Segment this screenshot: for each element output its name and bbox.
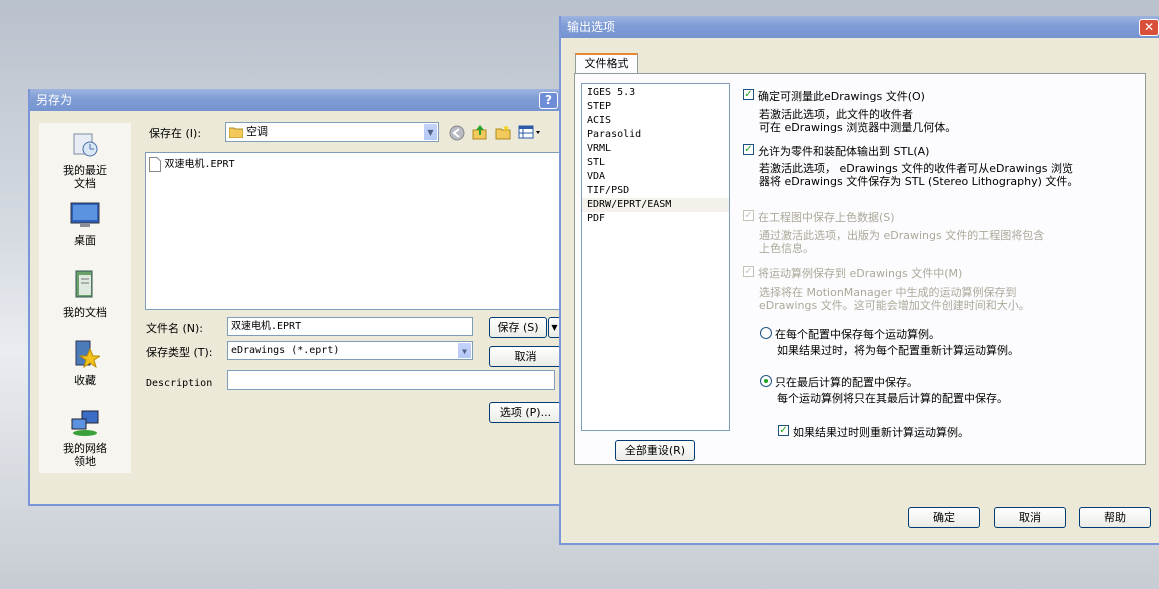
motion-study-desc2: eDrawings 文件。这可能会增加文件创建时间和大小。 <box>759 299 1030 312</box>
place-desktop-label: 桌面 <box>74 234 96 247</box>
filetype-value: eDrawings (*.eprt) <box>231 345 340 356</box>
format-list-item[interactable]: STEP <box>582 100 729 114</box>
shaded-data-label: 在工程图中保存上色数据(S) <box>758 211 895 224</box>
favorites-icon <box>75 340 102 369</box>
shaded-data-checkbox[interactable]: ✓ <box>743 210 754 221</box>
place-my-documents-label: 我的文档 <box>63 306 107 319</box>
recalculate-label: 如果结果过时则重新计算运动算例。 <box>793 426 969 439</box>
tab-file-format-label: 文件格式 <box>584 57 629 70</box>
format-list-item[interactable]: PDF <box>582 212 729 226</box>
help-button[interactable]: 帮助 <box>1079 507 1151 528</box>
places-bar: 我的最近 文档 桌面 我的文档 收藏 我的网络 领地 <box>39 123 131 473</box>
save-last-config-label: 只在最后计算的配置中保存。 <box>775 376 918 389</box>
file-list-item[interactable]: 双速电机.EPRT <box>149 155 235 172</box>
desktop-icon <box>70 202 100 227</box>
cancel-button[interactable]: 取消 <box>489 346 562 367</box>
recent-docs-icon <box>73 133 98 157</box>
save-every-config-radio[interactable] <box>760 327 772 339</box>
place-favorites[interactable]: 收藏 <box>39 339 131 388</box>
format-list-item[interactable]: IGES 5.3 <box>582 86 729 100</box>
place-recent[interactable]: 我的最近 文档 <box>39 131 131 189</box>
file-list[interactable]: 双速电机.EPRT <box>145 152 562 310</box>
place-recent-label2: 文档 <box>74 177 96 190</box>
filename-input[interactable]: 双速电机.EPRT <box>227 317 473 336</box>
save-every-config-label: 在每个配置中保存每个运动算例。 <box>775 328 940 341</box>
chevron-down-icon[interactable]: ▼ <box>423 123 438 141</box>
place-network-label1: 我的网络 <box>63 442 107 455</box>
options-button[interactable]: 选项 (P)... <box>489 402 562 423</box>
folder-icon <box>229 127 243 138</box>
cancel-button[interactable]: 取消 <box>994 507 1066 528</box>
format-list[interactable]: IGES 5.3 STEP ACIS Parasolid VRML STL VDA TIF/P… <box>581 83 730 431</box>
export-options-title-bar[interactable]: 输出选项 ✕ <box>561 16 1159 38</box>
save-last-config-desc: 每个运动算例将只在其最后计算的配置中保存。 <box>777 392 1008 405</box>
place-network[interactable]: 我的网络 领地 <box>39 409 131 467</box>
measurable-label: 确定可测量此eDrawings 文件(O) <box>758 90 925 103</box>
save-as-title-bar[interactable]: 另存为 ? <box>30 89 566 111</box>
filename-label: 文件名 (N): <box>146 322 204 335</box>
filetype-select[interactable]: eDrawings (*.eprt) ▼ <box>227 341 473 360</box>
save-every-config-desc: 如果结果过时，将为每个配置重新计算运动算例。 <box>777 344 1019 357</box>
save-button[interactable]: 保存 (S) <box>489 317 547 338</box>
allow-stl-label: 允许为零件和装配体输出到 STL(A) <box>758 145 930 158</box>
format-list-item[interactable]: ACIS <box>582 114 729 128</box>
place-favorites-label: 收藏 <box>74 374 96 387</box>
description-label: Description <box>146 378 213 389</box>
format-list-item[interactable]: STL <box>582 156 729 170</box>
allow-stl-desc2: 器将 eDrawings 文件保存为 STL (Stereo Lithograp… <box>759 175 1079 188</box>
place-network-label2: 领地 <box>74 455 96 468</box>
my-documents-icon <box>75 270 93 298</box>
file-icon <box>149 156 161 172</box>
export-options-title: 输出选项 <box>567 20 616 34</box>
save-as-dialog: 另存为 ? 我的最近 文档 桌面 我的文档 收藏 我的网络 领地 保存在 (I)… <box>28 89 568 506</box>
place-desktop[interactable]: 桌面 <box>39 201 131 248</box>
save-in-label: 保存在 (I): <box>149 127 202 140</box>
save-last-config-radio[interactable] <box>760 375 772 387</box>
description-input[interactable] <box>227 370 555 390</box>
format-list-item[interactable]: TIF/PSD <box>582 184 729 198</box>
save-as-title: 另存为 <box>36 93 73 107</box>
filetype-label: 保存类型 (T): <box>146 346 213 359</box>
tab-file-format[interactable]: 文件格式 <box>575 53 638 74</box>
format-list-item[interactable]: Parasolid <box>582 128 729 142</box>
format-list-item[interactable]: EDRW/EPRT/EASM <box>582 198 729 212</box>
help-button[interactable]: ? <box>539 92 558 109</box>
format-list-item[interactable]: VDA <box>582 170 729 184</box>
motion-study-checkbox[interactable]: ✓ <box>743 266 754 277</box>
close-icon[interactable]: ✕ <box>1139 19 1159 36</box>
network-places-icon <box>71 410 99 436</box>
new-folder-icon[interactable] <box>495 124 511 140</box>
format-list-item[interactable]: VRML <box>582 142 729 156</box>
up-folder-icon[interactable] <box>472 124 488 140</box>
reset-all-button[interactable]: 全部重设(R) <box>615 440 695 461</box>
export-options-dialog: 输出选项 ✕ 文件格式 IGES 5.3 STEP ACIS Parasolid VRM… <box>559 16 1159 545</box>
measurable-checkbox[interactable]: ✓ <box>743 89 754 100</box>
view-menu-icon[interactable] <box>518 124 542 140</box>
shaded-data-desc2: 上色信息。 <box>759 242 814 255</box>
back-icon[interactable] <box>449 125 465 141</box>
ok-button[interactable]: 确定 <box>908 507 980 528</box>
file-name: 双速电机.EPRT <box>164 159 235 170</box>
recalculate-checkbox[interactable]: ✓ <box>778 425 789 436</box>
save-in-combo[interactable]: 空调 ▼ <box>225 122 439 142</box>
save-in-value: 空调 <box>246 125 268 138</box>
place-my-documents[interactable]: 我的文档 <box>39 269 131 320</box>
chevron-down-icon[interactable]: ▼ <box>457 342 472 359</box>
motion-study-label: 将运动算例保存到 eDrawings 文件中(M) <box>758 267 963 280</box>
allow-stl-checkbox[interactable]: ✓ <box>743 144 754 155</box>
place-recent-label1: 我的最近 <box>63 164 107 177</box>
measurable-desc2: 可在 eDrawings 浏览器中测量几何体。 <box>759 121 957 134</box>
